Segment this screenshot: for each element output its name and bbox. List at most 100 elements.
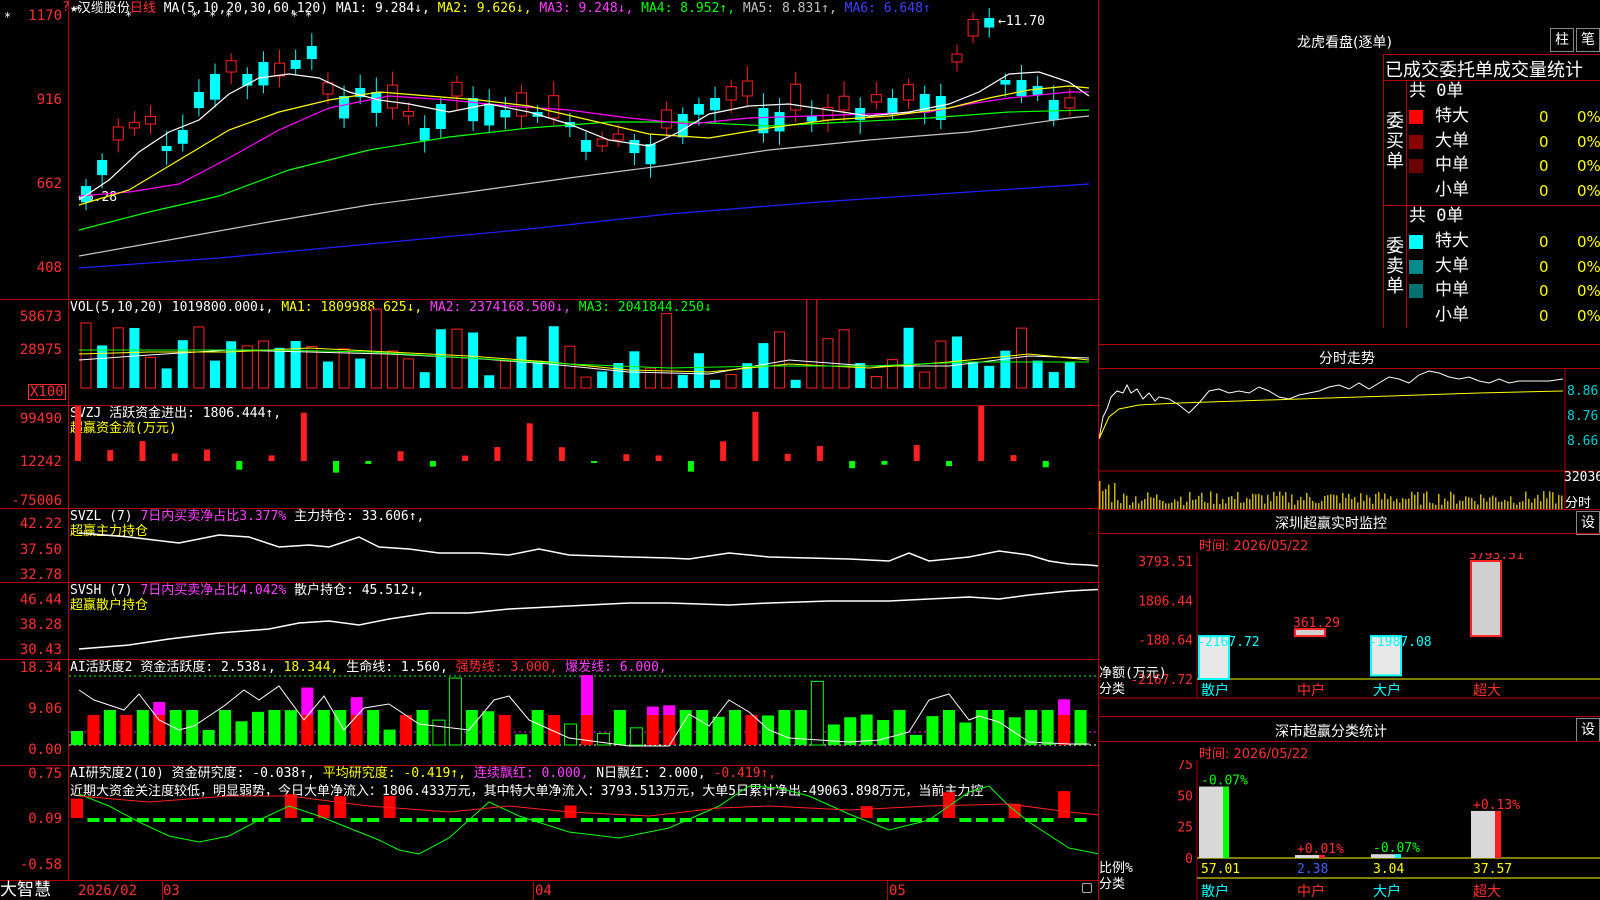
color-swatch xyxy=(1409,110,1423,124)
intraday-vol-bar xyxy=(1291,494,1293,509)
ma5-line xyxy=(78,115,1090,257)
candle-body xyxy=(725,86,737,101)
intraday-vol-bar xyxy=(1180,496,1182,509)
right-panel: 龙虎看盘(逐单) 柱 笔 已成交委托单成交量统计 委买单 委卖单 共 0单 特大… xyxy=(1099,0,1600,900)
flow-bar xyxy=(623,454,630,461)
intraday-vol-bar xyxy=(1156,494,1158,509)
volume-bar xyxy=(968,362,979,388)
volume-bar xyxy=(613,363,624,388)
intraday-vol-bar xyxy=(1252,493,1254,509)
candle-body xyxy=(661,109,673,129)
research-bar xyxy=(761,818,774,822)
tick-mode-button[interactable]: 笔 xyxy=(1576,28,1600,52)
volume-bar xyxy=(435,329,446,388)
intraday-vol-bar xyxy=(1525,491,1527,509)
sz-y-tick: 3793.51 xyxy=(1138,555,1193,570)
cls-cat-label: 超大 xyxy=(1473,884,1501,900)
intraday-vol-bar xyxy=(1123,493,1125,509)
ai-bar xyxy=(975,710,988,745)
volume-bar xyxy=(935,340,947,389)
volume-bar xyxy=(80,322,92,389)
divider xyxy=(1099,533,1600,534)
ai-active-panel[interactable]: 18.34 9.06 0.00 AI活跃度2 资金活跃度: 2.538↓, 18… xyxy=(0,660,1098,765)
sz-classify-bars: 75 50 25 0 -0.07% 57.01 +0.01% 2.38 -0.07% 3.04 +0… xyxy=(1099,760,1520,900)
candle-body xyxy=(484,104,495,126)
lock-icon[interactable] xyxy=(1082,883,1092,893)
intraday-vol-bar xyxy=(1438,493,1440,509)
volume-bar xyxy=(451,328,463,389)
cls-top-label: +0.13% xyxy=(1473,798,1520,813)
order-pct: 0% xyxy=(1577,108,1600,126)
ai-bar xyxy=(696,710,709,745)
candle-body xyxy=(581,140,591,152)
volume-panel[interactable]: 58673 28975 X100 VOL(5,10,20) 1019800.00… xyxy=(0,300,1098,405)
svzj-chart xyxy=(75,406,1049,473)
svsh-axis-tick: 38.28 xyxy=(19,617,62,633)
intraday-vol-bar xyxy=(1285,491,1287,509)
volume-bar xyxy=(564,345,576,389)
intraday-vol-bar xyxy=(1360,493,1362,509)
research-bar xyxy=(992,818,1005,822)
ai-bar xyxy=(778,710,791,745)
candle-body xyxy=(112,126,124,141)
ai-active-axis-tick: 0.00 xyxy=(28,742,62,758)
svsh-panel[interactable]: 46.44 38.28 30.43 SVSH (7) 7日内买卖净占比4.042… xyxy=(0,583,1098,659)
flow-bar xyxy=(720,441,727,461)
ai-active-chart xyxy=(69,675,1098,747)
svzl-panel[interactable]: 42.22 37.50 32.78 SVZL (7) 7日内买卖净占比3.377… xyxy=(0,509,1098,582)
candle-body xyxy=(967,18,979,37)
volume-bar xyxy=(806,300,818,389)
research-bar xyxy=(400,818,413,822)
intraday-vol-bar xyxy=(1486,501,1488,509)
signal-star: * xyxy=(291,9,298,23)
lhb-tabs[interactable]: 已成交委托单成交量统计 xyxy=(1385,56,1583,82)
candle-body xyxy=(741,80,753,97)
svzl-axis-tick: 37.50 xyxy=(19,542,62,558)
svzj-bars xyxy=(75,406,1049,473)
svzj-panel[interactable]: 99490 12242 -75006 SVZJ 活跃资金进出: 1806.444… xyxy=(0,406,1098,508)
intraday-vol-bar xyxy=(1408,498,1410,509)
volume-bar xyxy=(499,360,511,389)
ai-bar xyxy=(729,710,742,745)
ai-bar xyxy=(515,734,528,745)
date-label: 2026/02 xyxy=(78,883,138,899)
research-bar xyxy=(169,818,182,822)
date-label: 05 xyxy=(889,883,906,899)
ma1-line xyxy=(78,71,1090,201)
intraday-vol-bar xyxy=(1117,500,1119,509)
order-count: 0 xyxy=(1539,132,1549,151)
ai-bar xyxy=(465,710,478,745)
intraday-vol-bar xyxy=(1471,498,1473,509)
intraday-vol-bar xyxy=(1552,492,1554,509)
cls-bottom-value: 3.04 xyxy=(1373,862,1404,877)
ai-research-panel[interactable]: 0.75 0.09 -0.58 AI研究度2(10) 资金研究度: -0.038… xyxy=(0,766,1098,880)
buy-row: 中单 0 0% xyxy=(1409,155,1600,177)
brand-logo[interactable]: 大智慧 xyxy=(0,881,51,900)
bar-mode-button[interactable]: 柱 xyxy=(1550,28,1574,52)
candle-body xyxy=(1000,80,1011,85)
signal-markers: * * * * * * * xyxy=(75,3,312,23)
ai-bar xyxy=(202,729,215,745)
intraday-vol-bar xyxy=(1330,494,1332,509)
sz-cat-label: 超大 xyxy=(1473,683,1501,699)
cls-cat-label: 大户 xyxy=(1373,883,1401,900)
candlestick-chart[interactable]: * * * * * * * xyxy=(69,0,1098,299)
ai-active-bars xyxy=(71,675,1087,746)
settings-button[interactable]: 设 xyxy=(1576,511,1600,535)
cls-bottom-value: 37.57 xyxy=(1473,862,1512,877)
intraday-vol-bar xyxy=(1243,502,1245,509)
research-bar xyxy=(910,818,923,822)
intraday-chart[interactable]: 8.86 8.76 8.66 32036 分时 xyxy=(1099,369,1600,509)
volume-bar xyxy=(193,326,205,389)
volume-bar xyxy=(661,313,673,389)
candle-body xyxy=(838,95,850,111)
research-bar xyxy=(581,818,593,822)
order-pct: 0% xyxy=(1577,233,1600,251)
ai-bar xyxy=(761,715,774,745)
price-chart-panel[interactable]: 1170 916 662 408 ? * ★汉缆股份日线 MA(5,10,20,… xyxy=(0,0,1098,299)
ai-bar xyxy=(629,727,643,746)
cls-cat-label: 散户 xyxy=(1201,883,1229,900)
settings-button[interactable]: 设 xyxy=(1576,718,1600,742)
flow-bar xyxy=(687,461,694,472)
intraday-vol-bar xyxy=(1495,497,1497,509)
